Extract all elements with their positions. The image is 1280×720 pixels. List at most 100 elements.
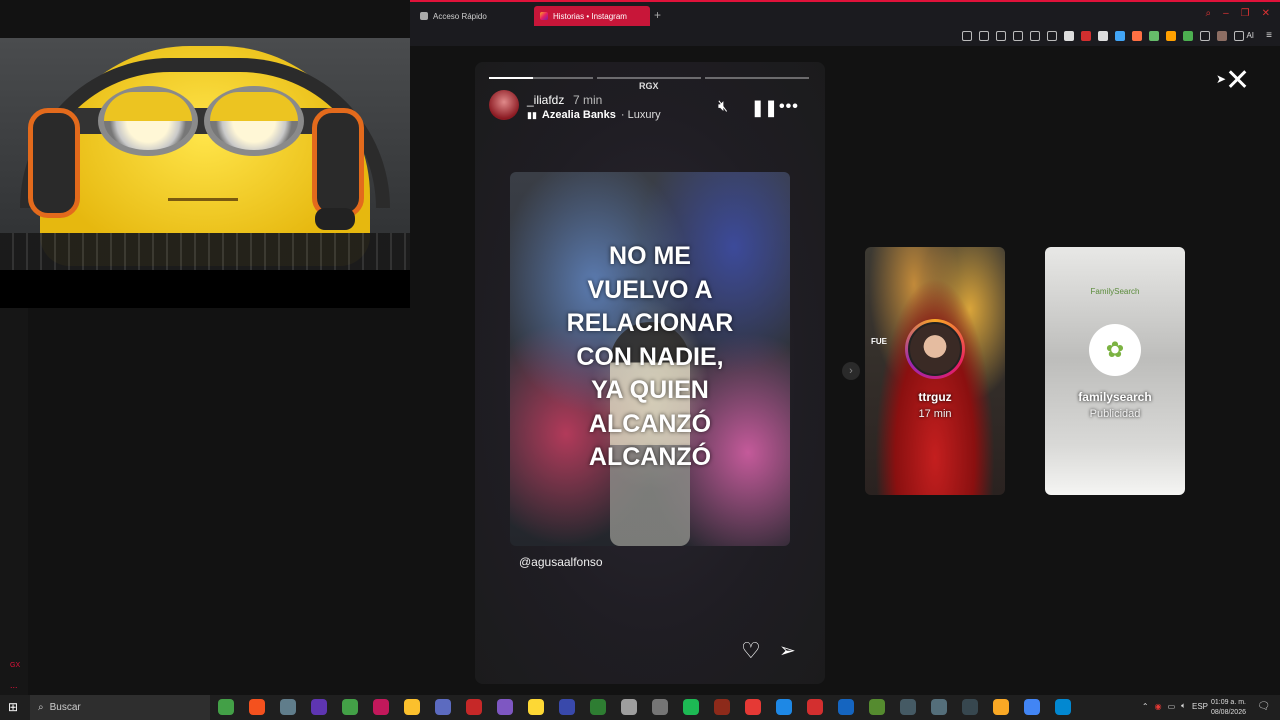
search-placeholder: Buscar <box>49 702 81 713</box>
ai-button[interactable]: AI <box>1246 31 1254 40</box>
search-input[interactable]: ⌕ Buscar <box>30 695 210 720</box>
tab-instagram-stories[interactable]: Historias • Instagram <box>534 6 650 26</box>
story-photo: NO ME VUELVO A RELACIONAR CON NADIE, YA … <box>510 172 790 546</box>
shield-icon[interactable] <box>342 699 358 715</box>
next-story-arrow[interactable]: › <box>842 362 860 380</box>
app-icon[interactable] <box>497 699 513 715</box>
app-icon[interactable] <box>776 699 792 715</box>
download-icon[interactable] <box>1234 31 1244 41</box>
extension-icon[interactable] <box>1132 31 1142 41</box>
sidebar-more-icon[interactable]: ... <box>10 680 18 690</box>
play-icon[interactable] <box>1030 31 1040 41</box>
app-icon[interactable] <box>838 699 854 715</box>
restore-icon[interactable]: ❐ <box>1241 8 1250 19</box>
music-song: · Luxury <box>620 109 661 121</box>
app-icon[interactable] <box>993 699 1009 715</box>
instagram-icon <box>540 12 548 20</box>
grid-icon <box>420 12 428 20</box>
story-viewer[interactable]: RGX _iliafdz 7 min ▮▮ Azealia Banks · Lu… <box>475 62 825 684</box>
app-icon[interactable] <box>652 699 668 715</box>
new-tab-button[interactable]: + <box>654 8 661 22</box>
app-icon[interactable] <box>559 699 575 715</box>
windows-start-icon[interactable]: ⊞ <box>8 700 18 714</box>
watermark: RGX <box>639 81 659 91</box>
notification-icon[interactable]: 🗨︎ <box>1257 701 1270 712</box>
close-window-icon[interactable]: ✕ <box>1262 8 1270 19</box>
app-icon[interactable] <box>621 699 637 715</box>
music-info[interactable]: ▮▮ Azealia Banks · Luxury <box>527 109 661 121</box>
network-icon[interactable]: ▭ <box>1168 702 1176 711</box>
pause-icon[interactable]: ❚❚ <box>751 98 778 118</box>
minimize-icon[interactable]: – <box>1223 8 1229 19</box>
chrome-icon[interactable] <box>1024 699 1040 715</box>
tab-label: Historias • Instagram <box>553 11 627 21</box>
brave-icon[interactable] <box>249 699 265 715</box>
webcam-bottom-bar <box>0 270 410 308</box>
profile-icon[interactable] <box>1217 31 1227 41</box>
extension-icon[interactable] <box>1115 31 1125 41</box>
story-preview-card[interactable]: FUE ttrguz 17 min <box>865 247 1005 495</box>
game-icon[interactable] <box>745 699 761 715</box>
more-icon[interactable]: ••• <box>779 98 799 116</box>
app-icon[interactable] <box>900 699 916 715</box>
story-username[interactable]: _iliafdz <box>527 93 564 107</box>
menu-icon[interactable]: ≡ <box>1266 30 1272 41</box>
opera-gx-icon[interactable] <box>373 699 389 715</box>
mute-icon[interactable]: 🔇︎ <box>718 98 728 116</box>
headset-ear-right <box>312 108 364 218</box>
clock[interactable]: 01:09 a. m. 08/08/2026 <box>1211 698 1246 718</box>
discord-icon[interactable] <box>435 699 451 715</box>
snapshot-icon[interactable] <box>996 31 1006 41</box>
zoom-icon[interactable] <box>962 31 972 41</box>
spotify-icon[interactable] <box>683 699 699 715</box>
taskbar: ⊞ ⌕ Buscar ⌃ ◉ ▭ 🔈︎ ESP 01:09 a. m. 08/0… <box>0 695 1280 720</box>
filezilla-icon[interactable] <box>807 699 823 715</box>
avatar-ring <box>905 319 965 379</box>
heart-icon[interactable]: ♡ <box>741 638 761 664</box>
clock-date: 08/08/2026 <box>1210 709 1246 716</box>
extension-icon[interactable] <box>1183 31 1193 41</box>
mention-link[interactable]: @agusaalfonso <box>519 555 603 569</box>
close-icon[interactable]: ✕ <box>1225 66 1250 96</box>
card-username: familysearch <box>1078 390 1152 404</box>
story-progress <box>489 77 809 79</box>
music-artist: Azealia Banks <box>541 109 616 121</box>
extension-icon[interactable] <box>1098 31 1108 41</box>
send-icon[interactable]: ➢ <box>779 638 796 663</box>
tab-quick-access[interactable]: Acceso Rápido <box>414 6 529 26</box>
extension-icon[interactable] <box>1081 31 1091 41</box>
text-line: CON NADIE, <box>576 342 724 371</box>
shield-icon[interactable] <box>1013 31 1023 41</box>
app-icon[interactable] <box>466 699 482 715</box>
app-icon[interactable] <box>280 699 296 715</box>
text-line: VUELVO A <box>587 275 713 304</box>
folder-icon[interactable] <box>404 699 420 715</box>
search-icon[interactable]: ⌕ <box>1205 8 1211 19</box>
app-icon[interactable] <box>590 699 606 715</box>
avatar[interactable] <box>489 90 519 120</box>
app-icon[interactable] <box>218 699 234 715</box>
language-indicator[interactable]: ESP <box>1192 702 1208 711</box>
tray-app-icon[interactable]: ◉ <box>1155 702 1162 711</box>
app-icon[interactable] <box>962 699 978 715</box>
search-icon: ⌕ <box>38 702 44 713</box>
app-icon[interactable] <box>869 699 885 715</box>
extension-icon[interactable] <box>1149 31 1159 41</box>
heart-icon[interactable] <box>1047 31 1057 41</box>
story-time: 7 min <box>573 93 603 107</box>
story-preview-card[interactable]: FamilySearch ✿ familysearch Publicidad <box>1045 247 1185 495</box>
puzzle-icon[interactable] <box>1200 31 1210 41</box>
app-icon[interactable] <box>1055 699 1071 715</box>
app-icon[interactable] <box>714 699 730 715</box>
bookmark-icon[interactable] <box>979 31 989 41</box>
volume-icon[interactable]: 🔈︎ <box>1181 701 1186 711</box>
extension-icon[interactable] <box>1064 31 1074 41</box>
tab-label: Acceso Rápido <box>433 11 487 21</box>
gx-logo[interactable]: GX <box>10 662 20 669</box>
extension-icon[interactable] <box>1166 31 1176 41</box>
chevron-up-icon[interactable]: ⌃ <box>1142 702 1149 711</box>
app-icon[interactable] <box>528 699 544 715</box>
tree-icon: ✿ <box>1089 324 1141 376</box>
app-icon[interactable] <box>311 699 327 715</box>
app-icon[interactable] <box>931 699 947 715</box>
